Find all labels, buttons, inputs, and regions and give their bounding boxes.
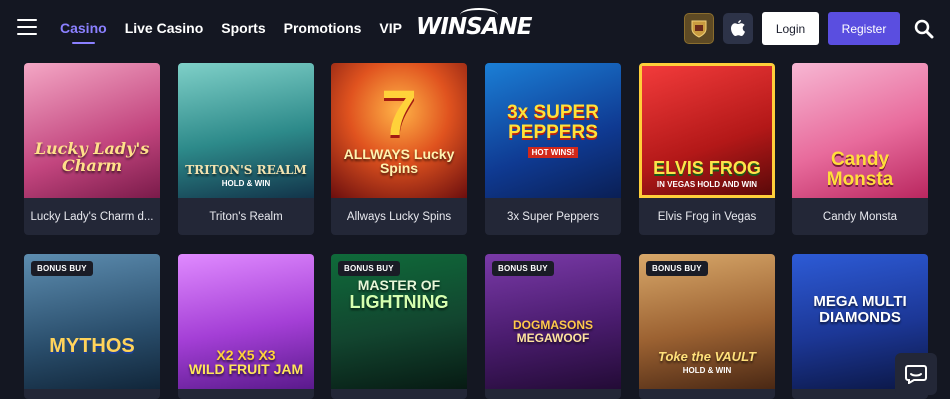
game-title: Lucky Lady's Charm d... (30, 210, 154, 223)
game-card[interactable]: TRITON'S REALM HOLD & WIN Triton's Realm (178, 63, 314, 235)
nav-sports[interactable]: Sports (221, 20, 265, 36)
game-thumbnail: ELVIS FROG IN VEGAS HOLD AND WIN (639, 63, 775, 198)
game-thumbnail: Candy Monsta (792, 63, 928, 198)
bonus-buy-badge: BONUS BUY (492, 261, 554, 276)
apple-icon[interactable] (723, 13, 753, 44)
search-icon[interactable] (914, 19, 934, 39)
register-button[interactable]: Register (828, 12, 900, 45)
crest-badge-icon[interactable] (684, 13, 714, 44)
nav-vip[interactable]: VIP (379, 20, 402, 36)
top-header: Casino Live Casino Sports Promotions VIP… (0, 0, 950, 58)
nav-promotions[interactable]: Promotions (284, 20, 362, 36)
nav-casino[interactable]: Casino (60, 20, 107, 44)
game-card[interactable]: ELVIS FROG IN VEGAS HOLD AND WIN Elvis F… (639, 63, 775, 235)
game-card[interactable]: 7 ALLWAYS Lucky Spins Allways Lucky Spin… (331, 63, 467, 235)
game-title: Triton's Realm (209, 210, 283, 223)
game-card[interactable]: MYTHOS BONUS BUY (24, 254, 160, 399)
bonus-buy-badge: BONUS BUY (31, 261, 93, 276)
game-card[interactable]: 3x SUPER PEPPERS HOT WINS! 3x Super Pepp… (485, 63, 621, 235)
game-thumbnail: TRITON'S REALM HOLD & WIN (178, 63, 314, 198)
winsane-logo[interactable]: WINSANE (416, 8, 533, 40)
game-thumbnail: X2 X5 X3 WILD FRUIT JAM (178, 254, 314, 389)
chat-icon (905, 365, 927, 384)
game-thumbnail: 7 ALLWAYS Lucky Spins (331, 63, 467, 198)
game-title: Allways Lucky Spins (346, 210, 452, 223)
bonus-buy-badge: BONUS BUY (646, 261, 708, 276)
game-card[interactable]: MASTER OF LIGHTNING BONUS BUY (331, 254, 467, 399)
chat-support-button[interactable] (895, 353, 937, 395)
game-card[interactable]: Lucky Lady's Charm Lucky Lady's Charm d.… (24, 63, 160, 235)
game-card[interactable]: X2 X5 X3 WILD FRUIT JAM (178, 254, 314, 399)
game-title: Elvis Frog in Vegas (657, 210, 757, 223)
game-card[interactable]: Toke the VAULT HOLD & WIN BONUS BUY (639, 254, 775, 399)
game-title: Candy Monsta (822, 210, 898, 223)
main-nav: Casino Live Casino Sports Promotions VIP (60, 20, 402, 44)
game-card[interactable]: Candy Monsta Candy Monsta (792, 63, 928, 235)
nav-live-casino[interactable]: Live Casino (125, 20, 204, 36)
game-thumbnail: 3x SUPER PEPPERS HOT WINS! (485, 63, 621, 198)
game-thumbnail: Lucky Lady's Charm (24, 63, 160, 198)
game-title: 3x Super Peppers (506, 210, 600, 223)
bonus-buy-badge: BONUS BUY (338, 261, 400, 276)
game-card[interactable]: DOGMASONS MEGAWOOF BONUS BUY (485, 254, 621, 399)
menu-icon[interactable] (17, 19, 37, 37)
login-button[interactable]: Login (762, 12, 819, 45)
